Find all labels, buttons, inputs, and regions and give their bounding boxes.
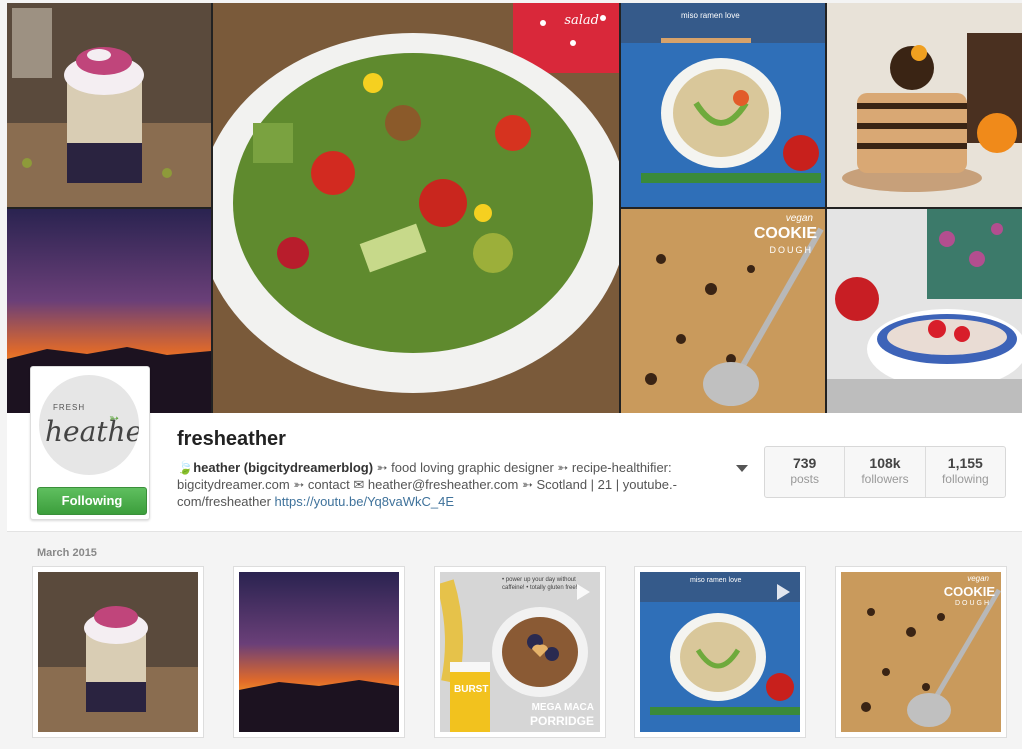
bio-name: heather (bigcitydreamerblog) xyxy=(193,460,374,475)
video-play-icon xyxy=(777,584,790,600)
stat-following[interactable]: 1,155 following xyxy=(926,447,1005,497)
porridge-brand: BURST xyxy=(454,684,489,695)
cookie-thumb-caption-2: COOKIE xyxy=(943,584,995,599)
cover-photo-ramen[interactable]: miso ramen love xyxy=(621,3,825,207)
chevron-down-icon[interactable] xyxy=(736,465,748,472)
ramen-thumb-image xyxy=(640,572,800,732)
bio-emoji: 🍃 xyxy=(177,460,194,475)
username: fresheather xyxy=(177,428,286,450)
avatar-text-main: heather xyxy=(45,415,139,448)
stat-posts-label: posts xyxy=(790,472,819,486)
stat-followers-label: followers xyxy=(861,472,909,486)
berry-bowl-image xyxy=(827,209,1022,413)
bio-link[interactable]: https://youtu.be/Yq8vaWkC_4E xyxy=(275,494,454,509)
porridge-top-text: • power up your day without caffeine! • … xyxy=(502,577,578,591)
sunset-thumb-image xyxy=(239,572,399,732)
jar-dessert-thumb-image xyxy=(38,572,198,732)
bio: 🍃heather (bigcitydreamerblog) ➳ food lov… xyxy=(177,459,727,510)
cover-mosaic: salad miso ramen love vegan COOKIE DOUGH xyxy=(7,3,1022,413)
avatar-text-top: FRESH xyxy=(53,403,86,412)
stat-posts-value: 739 xyxy=(792,455,817,471)
stat-followers-value: 108k xyxy=(869,455,901,471)
month-header: March 2015 xyxy=(37,547,97,559)
feed-post-sunset[interactable] xyxy=(233,566,405,738)
profile-stats: 739 posts 108k followers 1,155 following xyxy=(764,446,1006,498)
avatar-card: FRESH heather ➳ Following xyxy=(30,366,150,520)
ramen-image xyxy=(621,3,825,207)
avatar[interactable]: FRESH heather ➳ xyxy=(39,375,139,475)
cookie-caption-3: DOUGH xyxy=(769,245,813,255)
cookie-thumb-caption-3: DOUGH xyxy=(954,600,991,607)
feed-post-porridge[interactable]: • power up your day without caffeine! • … xyxy=(434,566,606,738)
ramen-caption: miso ramen love xyxy=(681,11,740,20)
cover-photo-berry-bowl[interactable] xyxy=(827,209,1022,413)
cookie-caption-2: COOKIE xyxy=(753,225,817,242)
leaf-icon: ➳ xyxy=(109,411,120,425)
cookie-caption-1: vegan xyxy=(785,213,813,224)
porridge-label-2: PORRIDGE xyxy=(529,714,594,728)
cover-photo-salad[interactable]: salad xyxy=(213,3,619,413)
stat-following-label: following xyxy=(941,472,989,486)
salad-image xyxy=(213,3,619,413)
stat-posts[interactable]: 739 posts xyxy=(765,447,846,497)
feed-post-cookie-dough[interactable]: vegan COOKIE DOUGH xyxy=(835,566,1007,738)
porridge-label-1: MEGA MACA xyxy=(531,702,594,713)
following-button[interactable]: Following xyxy=(37,487,147,515)
cover-photo-jar-dessert[interactable] xyxy=(7,3,211,207)
stat-followers[interactable]: 108k followers xyxy=(845,447,926,497)
stat-following-value: 1,155 xyxy=(947,455,983,471)
feed-post-jar-dessert[interactable] xyxy=(32,566,204,738)
ramen-thumb-caption: miso ramen love xyxy=(690,577,742,584)
cover-photo-cookie-dough[interactable]: vegan COOKIE DOUGH xyxy=(621,209,825,413)
jar-dessert-image xyxy=(7,3,211,207)
salad-caption: salad xyxy=(564,13,599,28)
cover-photo-pancakes[interactable] xyxy=(827,3,1022,207)
pancakes-image xyxy=(827,3,1022,207)
feed-post-ramen[interactable]: miso ramen love xyxy=(634,566,806,738)
cookie-thumb-caption-1: vegan xyxy=(967,574,989,583)
